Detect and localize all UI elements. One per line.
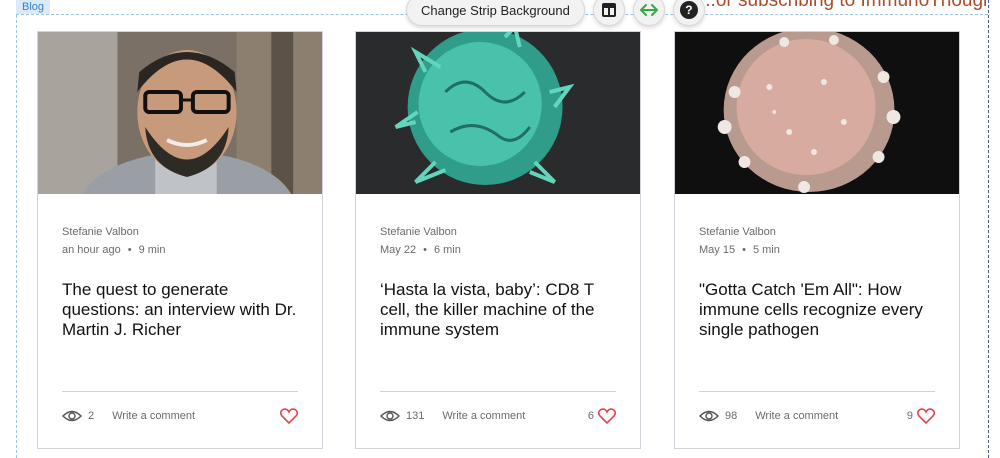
post-read-time: 9 min (138, 244, 166, 256)
post-views: 131 (380, 410, 424, 422)
eye-icon (62, 410, 82, 422)
meta-separator: • (423, 244, 427, 256)
post-author[interactable]: Stefanie Valbon (380, 226, 461, 238)
post-title[interactable]: The quest to generate questions: an inte… (62, 280, 298, 340)
header-scroll-text: ...or subscribing to ImmunoThoughts! (700, 0, 990, 11)
write-comment-link[interactable]: Write a comment (112, 410, 195, 422)
post-footer: 2 Write a comment (62, 407, 298, 425)
card-divider (62, 391, 298, 392)
post-card[interactable]: Stefanie Valbon an hour ago • 9 min The qu… (37, 31, 323, 449)
strip-toolbar: Change Strip Background ? (406, 0, 705, 26)
change-strip-background-button[interactable]: Change Strip Background (406, 0, 585, 26)
post-author[interactable]: Stefanie Valbon (62, 226, 165, 238)
post-title[interactable]: "Gotta Catch 'Em All": How immune cells … (699, 280, 935, 340)
post-date: May 15 (699, 244, 736, 256)
post-title[interactable]: ‘Hasta la vista, baby’: CD8 T cell, the … (380, 280, 616, 340)
heart-icon (280, 408, 298, 424)
post-views: 98 (699, 410, 737, 422)
post-views: 2 (62, 410, 94, 422)
editor-guide-left (16, 0, 17, 458)
post-meta: Stefanie Valbon May 15 • 5 min (699, 226, 780, 256)
post-read-time: 5 min (752, 244, 780, 256)
post-card[interactable]: Stefanie Valbon May 22 • 6 min ‘Hasta la v… (355, 31, 641, 449)
layout-icon (601, 3, 616, 17)
like-button[interactable]: 6 (588, 408, 616, 424)
meta-separator: • (742, 244, 746, 256)
post-read-time: 6 min (433, 244, 461, 256)
help-button[interactable]: ? (672, 0, 705, 26)
card-divider (699, 391, 935, 392)
editor-guide-right (988, 0, 989, 458)
meta-separator: • (127, 244, 132, 256)
post-views-count: 2 (88, 410, 95, 422)
heart-icon (917, 408, 935, 424)
stretch-arrows-icon (639, 4, 658, 16)
post-likes-count: 9 (906, 410, 913, 422)
write-comment-link[interactable]: Write a comment (442, 410, 525, 422)
blog-section-tag[interactable]: Blog (16, 0, 51, 14)
post-meta: Stefanie Valbon an hour ago • 9 min (62, 226, 165, 256)
post-cover-image[interactable] (38, 32, 322, 194)
post-date: May 22 (380, 244, 417, 256)
eye-icon (380, 410, 400, 422)
post-views-count: 98 (725, 410, 738, 422)
layout-button[interactable] (592, 0, 625, 26)
post-cover-image[interactable] (356, 32, 640, 194)
post-footer: 131 Write a comment 6 (380, 407, 616, 425)
post-meta: Stefanie Valbon May 22 • 6 min (380, 226, 461, 256)
post-cover-image[interactable] (675, 32, 959, 194)
post-card[interactable]: Stefanie Valbon May 15 • 5 min "Gotta Catc… (674, 31, 960, 449)
post-date: an hour ago (62, 244, 121, 256)
write-comment-link[interactable]: Write a comment (755, 410, 838, 422)
post-views-count: 131 (406, 410, 425, 422)
heart-icon (598, 408, 616, 424)
help-icon: ? (679, 1, 698, 19)
like-button[interactable]: 9 (907, 408, 935, 424)
stretch-button[interactable] (632, 0, 665, 26)
post-footer: 98 Write a comment 9 (699, 407, 935, 425)
card-divider (380, 391, 616, 392)
post-likes-count: 6 (587, 410, 594, 422)
post-author[interactable]: Stefanie Valbon (699, 226, 780, 238)
eye-icon (699, 410, 719, 422)
like-button[interactable] (276, 408, 298, 424)
